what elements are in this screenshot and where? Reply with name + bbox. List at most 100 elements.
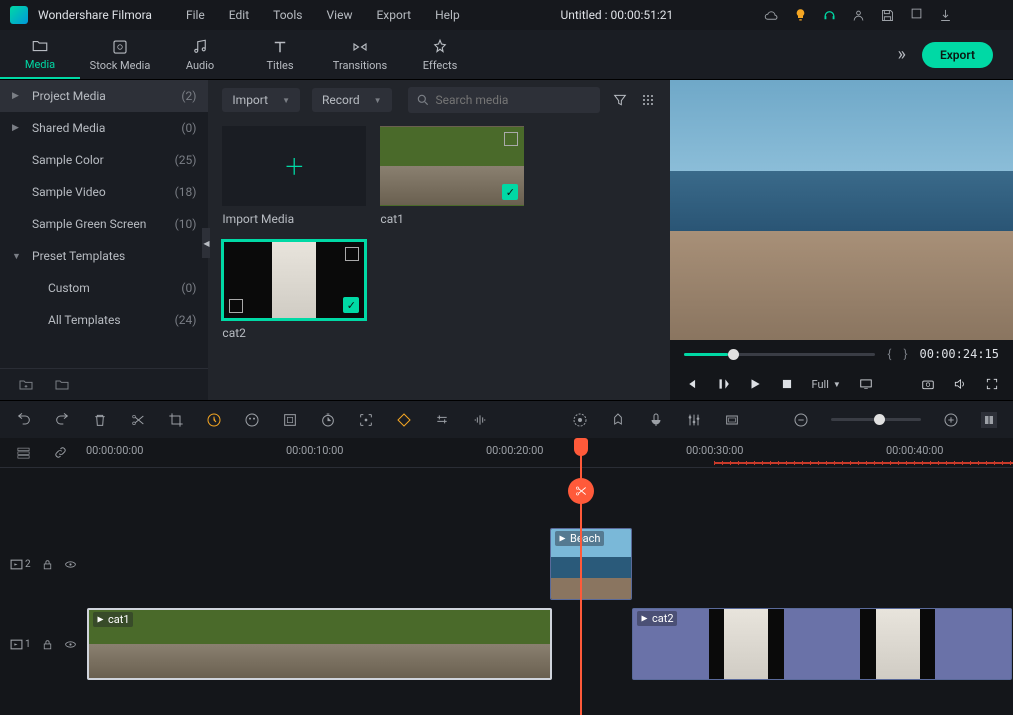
- folder-icon[interactable]: [54, 377, 70, 393]
- sidebar-item-shared-media[interactable]: ▶Shared Media(0): [0, 112, 208, 144]
- clip-cat2[interactable]: cat2: [632, 608, 1012, 680]
- sidebar-item-sample-color[interactable]: Sample Color(25): [0, 144, 208, 176]
- tab-stock-media[interactable]: Stock Media: [80, 30, 160, 79]
- lock-track-icon[interactable]: [41, 558, 54, 571]
- duration-button[interactable]: [320, 412, 336, 428]
- snapshot-button[interactable]: [921, 377, 935, 391]
- grid-view-icon[interactable]: [640, 92, 656, 108]
- cloud-icon[interactable]: [764, 8, 779, 23]
- stop-button[interactable]: [780, 377, 794, 391]
- track-manager-icon[interactable]: [16, 445, 31, 460]
- proxy-icon: [229, 299, 243, 313]
- import-dropdown[interactable]: Import▼: [222, 88, 300, 112]
- preview-canvas[interactable]: [670, 80, 1013, 340]
- sidebar-item-sample-video[interactable]: Sample Video(18): [0, 176, 208, 208]
- export-button[interactable]: Export: [922, 42, 993, 68]
- notifications-icon[interactable]: [909, 6, 924, 24]
- zoom-out-button[interactable]: [793, 412, 809, 428]
- media-item-cat2[interactable]: ✓ cat2: [222, 240, 366, 340]
- record-dropdown[interactable]: Record▼: [312, 88, 392, 112]
- track-id-2: 2: [10, 558, 31, 571]
- preview-controls: Full▼: [670, 368, 1013, 400]
- voiceover-button[interactable]: [648, 412, 664, 428]
- menu-edit[interactable]: Edit: [219, 4, 259, 26]
- mark-out-button[interactable]: }: [903, 347, 907, 361]
- headphones-icon[interactable]: [822, 8, 837, 23]
- split-button[interactable]: [130, 412, 146, 428]
- display-icon[interactable]: [859, 377, 873, 391]
- toggle-track-icon[interactable]: [64, 558, 77, 571]
- media-panel: ◀ Import▼ Record▼ + Import Media ✓ cat1 …: [208, 80, 669, 400]
- clip-cat1[interactable]: cat1: [87, 608, 552, 680]
- zoom-slider[interactable]: [831, 418, 921, 421]
- app-name: Wondershare Filmora: [38, 8, 152, 22]
- play-button[interactable]: [748, 377, 762, 391]
- sidebar-item-custom[interactable]: Custom(0): [0, 272, 208, 304]
- adjust-button[interactable]: [434, 412, 450, 428]
- volume-button[interactable]: [953, 377, 967, 391]
- clip-beach[interactable]: Beach: [550, 528, 632, 600]
- zoom-in-button[interactable]: [943, 412, 959, 428]
- keyframe-button[interactable]: [396, 412, 412, 428]
- mixer-button[interactable]: [686, 412, 702, 428]
- search-input[interactable]: [408, 87, 600, 113]
- new-folder-icon[interactable]: [18, 377, 34, 393]
- media-item-cat1[interactable]: ✓ cat1: [380, 126, 524, 226]
- media-item-import[interactable]: + Import Media: [222, 126, 366, 226]
- menu-export[interactable]: Export: [366, 4, 421, 26]
- toggle-track-icon[interactable]: [64, 638, 77, 651]
- tab-transitions[interactable]: Transitions: [320, 30, 400, 79]
- track-1: 1 cat1 cat2: [0, 608, 1013, 680]
- progress-slider[interactable]: [684, 353, 876, 356]
- lightbulb-icon[interactable]: [793, 8, 808, 23]
- mark-in-button[interactable]: {: [887, 347, 891, 361]
- playhead[interactable]: [580, 438, 582, 715]
- crop-button[interactable]: [168, 412, 184, 428]
- sidebar-item-project-media[interactable]: ▶Project Media(2): [0, 80, 208, 112]
- tab-effects[interactable]: Effects: [400, 30, 480, 79]
- quick-split-button[interactable]: [568, 478, 594, 504]
- timeline-ruler[interactable]: 00:00:00:00 00:00:10:00 00:00:20:00 00:0…: [82, 442, 1013, 468]
- delete-button[interactable]: [92, 412, 108, 428]
- tabs-overflow[interactable]: »: [898, 44, 906, 65]
- preview-timecode: 00:00:24:15: [920, 347, 999, 361]
- lock-track-icon[interactable]: [41, 638, 54, 651]
- marker-button[interactable]: [610, 412, 626, 428]
- link-icon[interactable]: [53, 445, 68, 460]
- menu-tools[interactable]: Tools: [263, 4, 312, 26]
- account-icon[interactable]: [851, 8, 866, 23]
- plus-icon: +: [285, 147, 303, 185]
- zoom-fit-button[interactable]: [981, 412, 997, 428]
- sidebar-item-all-templates[interactable]: All Templates(24): [0, 304, 208, 336]
- motion-tracking-button[interactable]: [358, 412, 374, 428]
- collapse-handle[interactable]: ◀: [202, 228, 210, 258]
- green-screen-button[interactable]: [282, 412, 298, 428]
- sidebar-item-preset-templates[interactable]: ▼Preset Templates: [0, 240, 208, 272]
- unrendered-indicator: [714, 462, 1013, 464]
- filter-icon[interactable]: [612, 92, 628, 108]
- play-pause-button[interactable]: [716, 377, 730, 391]
- menu-view[interactable]: View: [317, 4, 363, 26]
- audio-waveform-button[interactable]: [472, 412, 488, 428]
- quality-dropdown[interactable]: Full▼: [812, 378, 841, 391]
- tab-media[interactable]: Media: [0, 30, 80, 79]
- tab-audio[interactable]: Audio: [160, 30, 240, 79]
- tab-titles[interactable]: Titles: [240, 30, 320, 79]
- sidebar-item-sample-green-screen[interactable]: Sample Green Screen(10): [0, 208, 208, 240]
- save-icon[interactable]: [880, 8, 895, 23]
- app-logo: [10, 6, 28, 24]
- prev-frame-button[interactable]: [684, 377, 698, 391]
- menu-help[interactable]: Help: [425, 4, 470, 26]
- undo-button[interactable]: [16, 412, 32, 428]
- safe-zone-button[interactable]: [724, 412, 740, 428]
- download-icon[interactable]: [938, 8, 953, 23]
- fullscreen-button[interactable]: [985, 377, 999, 391]
- color-button[interactable]: [244, 412, 260, 428]
- timeline[interactable]: 00:00:00:00 00:00:10:00 00:00:20:00 00:0…: [0, 438, 1013, 715]
- render-button[interactable]: [572, 412, 588, 428]
- titlebar: Wondershare Filmora File Edit Tools View…: [0, 0, 1013, 30]
- preview-progress: { } 00:00:24:15: [670, 340, 1013, 368]
- menu-file[interactable]: File: [176, 4, 215, 26]
- speed-button[interactable]: [206, 412, 222, 428]
- redo-button[interactable]: [54, 412, 70, 428]
